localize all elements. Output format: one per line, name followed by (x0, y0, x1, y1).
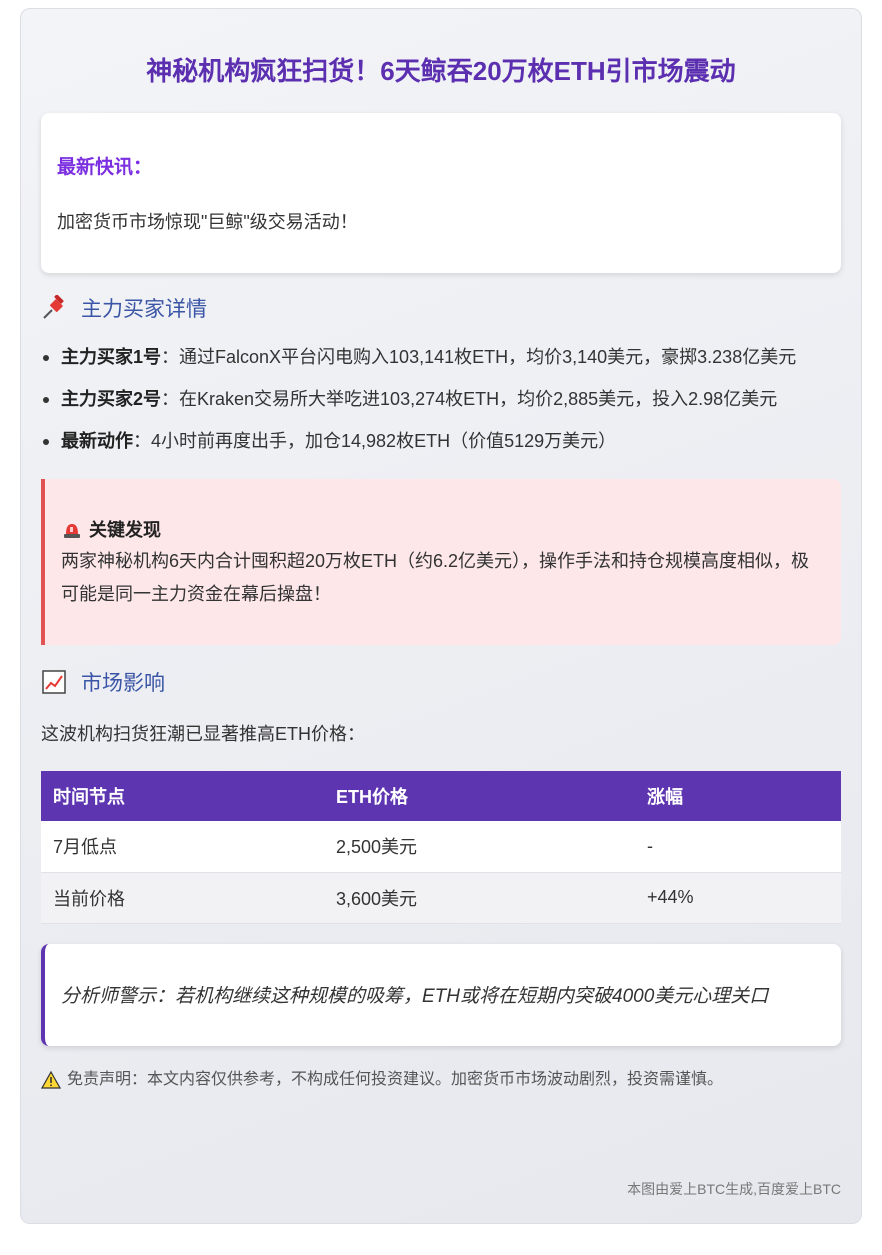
list-item: 主力买家2号：在Kraken交易所大举吃进103,274枚ETH，均价2,885… (41, 383, 841, 415)
market-intro: 这波机构扫货狂潮已显著推高ETH价格： (41, 724, 365, 744)
table-cell: 3,600美元 (324, 872, 635, 924)
disclaimer: 免责声明：本文内容仅供参考，不构成任何投资建议。加密货币市场波动剧烈，投资需谨慎… (40, 1068, 841, 1092)
list-item: 最新动作：4小时前再度出手，加仓14,982枚ETH（价值5129万美元） (41, 425, 841, 457)
buyers-list: 主力买家1号：通过FalconX平台闪电购入103,141枚ETH，均价3,14… (41, 341, 841, 457)
warning-icon (40, 1070, 62, 1090)
analyst-quote: 分析师警示：若机构继续这种规模的吸筹，ETH或将在短期内突破4000美元心理关口 (41, 943, 841, 1046)
table-header-change: 涨幅 (635, 771, 841, 821)
table-cell: 2,500美元 (324, 821, 635, 873)
chart-increasing-icon (41, 669, 67, 695)
siren-icon (61, 519, 83, 541)
buyers-section-heading: 主力买家详情 (41, 293, 841, 323)
buyer-text: ：4小时前再度出手，加仓14,982枚ETH（价值5129万美元） (133, 431, 617, 451)
news-box: 最新快讯： 加密货币市场惊现"巨鲸"级交易活动！ (41, 113, 841, 273)
market-section-title: 市场影响 (81, 672, 165, 695)
disclaimer-text: 免责声明：本文内容仅供参考，不构成任何投资建议。加密货币市场波动剧烈，投资需谨慎… (67, 1070, 724, 1088)
table-cell: - (635, 821, 841, 873)
buyer-label: 主力买家1号 (61, 347, 162, 367)
alert-heading: 关键发现 (61, 515, 825, 545)
news-heading: 最新快讯： (57, 157, 153, 178)
table-header-price: ETH价格 (324, 771, 635, 821)
footer-credit: 本图由爱上BTC生成,百度爱上BTC (627, 1181, 841, 1197)
market-section-heading: 市场影响 (41, 667, 841, 697)
buyer-label: 最新动作 (61, 431, 133, 451)
table-row: 7月低点 2,500美元 - (41, 821, 841, 873)
list-item: 主力买家1号：通过FalconX平台闪电购入103,141枚ETH，均价3,14… (41, 341, 841, 373)
buyer-label: 主力买家2号 (61, 389, 162, 409)
key-finding-box: 关键发现 两家神秘机构6天内合计囤积超20万枚ETH（约6.2亿美元），操作手法… (41, 479, 841, 645)
table-cell: 当前价格 (41, 872, 324, 924)
news-text: 加密货币市场惊现"巨鲸"级交易活动！ (57, 212, 358, 232)
buyer-text: ：通过FalconX平台闪电购入103,141枚ETH，均价3,140美元，豪掷… (161, 347, 797, 367)
alert-title: 关键发现 (89, 520, 161, 540)
price-table: 时间节点 ETH价格 涨幅 7月低点 2,500美元 - 当前价格 3,600美… (41, 771, 841, 924)
article-card: 神秘机构疯狂扫货！6天鲸吞20万枚ETH引市场震动 最新快讯： 加密货币市场惊现… (20, 8, 862, 1224)
table-cell: 7月低点 (41, 821, 324, 873)
buyer-text: ：在Kraken交易所大举吃进103,274枚ETH，均价2,885美元，投入2… (161, 389, 778, 409)
table-header-time: 时间节点 (41, 771, 324, 821)
table-row: 当前价格 3,600美元 +44% (41, 872, 841, 924)
buyers-section-title: 主力买家详情 (81, 298, 207, 321)
pushpin-icon (41, 294, 67, 321)
table-cell: +44% (635, 872, 841, 924)
alert-text: 两家神秘机构6天内合计囤积超20万枚ETH（约6.2亿美元），操作手法和持仓规模… (61, 551, 810, 604)
table-header-row: 时间节点 ETH价格 涨幅 (41, 771, 841, 821)
page-title: 神秘机构疯狂扫货！6天鲸吞20万枚ETH引市场震动 (146, 56, 736, 86)
